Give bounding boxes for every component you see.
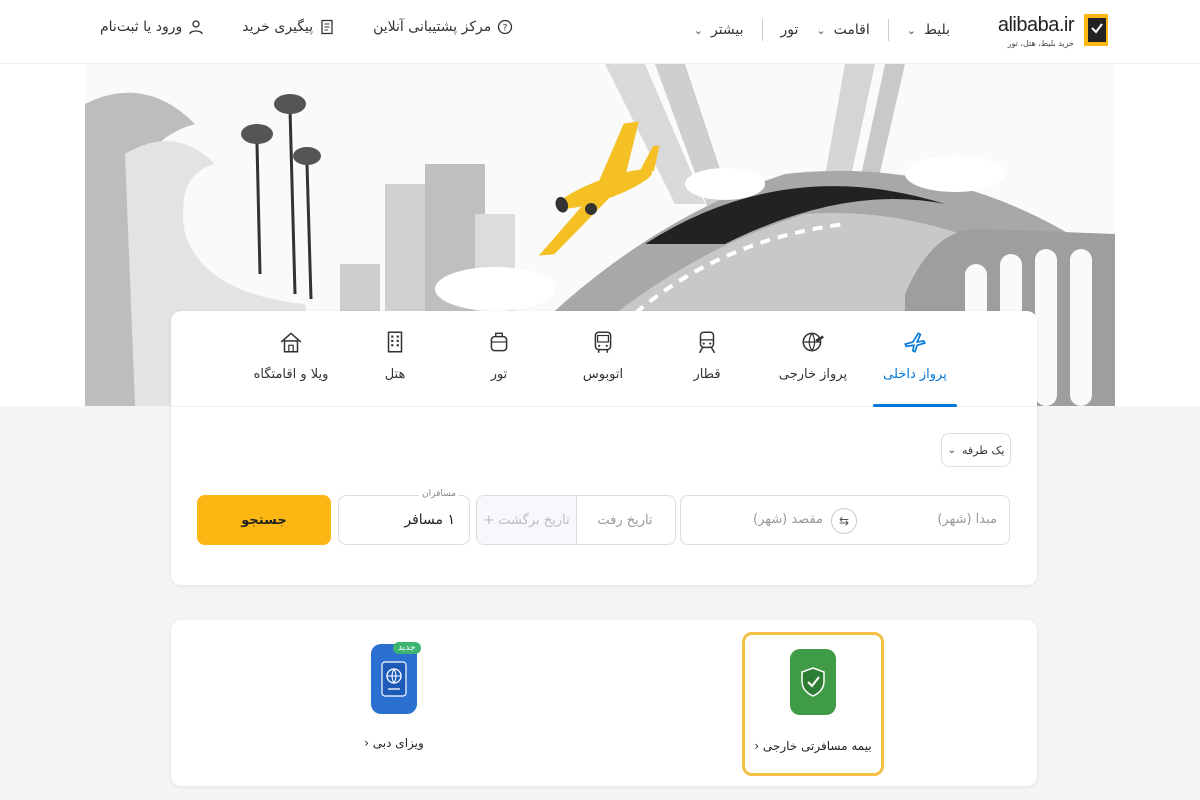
globe-plane-icon <box>802 332 824 352</box>
travel-insurance-card[interactable]: بیمه مسافرتی خارجی ‹ <box>742 632 884 776</box>
passengers-label: مسافران <box>419 489 459 499</box>
search-card: پرواز داخلی پرواز خارجی قطار اتوبوس تور … <box>171 311 1037 585</box>
passengers-value: ۱ مسافر <box>404 512 455 528</box>
house-icon <box>280 332 302 353</box>
main-nav: بلیط ⌄ اقامت ⌄ تور بیشتر ⌄ <box>694 19 950 41</box>
receipt-icon <box>321 19 333 35</box>
tab-train[interactable]: قطار <box>665 329 749 407</box>
logo-mark-icon <box>1084 14 1108 46</box>
tab-label: ویلا و اقامتگاه <box>253 367 329 382</box>
tab-label: قطار <box>693 367 721 382</box>
swap-route-icon[interactable]: ⇆ <box>831 508 857 534</box>
hotel-icon <box>387 331 403 353</box>
destination-input[interactable]: مقصد (شهر) <box>753 512 823 527</box>
trip-type-select[interactable]: یک طرفه ⌄ <box>941 433 1011 467</box>
login-label: ورود یا ثبت‌نام <box>100 19 183 35</box>
dubai-visa-card[interactable]: جدید ویزای دبی ‹ <box>323 632 465 776</box>
tab-label: هتل <box>384 367 406 382</box>
alibaba-logo[interactable]: alibaba.ir خرید بلیط، هتل، تور <box>997 12 1112 54</box>
services-panel: بیمه مسافرتی خارجی ‹ جدید ویزای دبی ‹ <box>171 620 1037 786</box>
tab-tour[interactable]: تور <box>457 329 541 407</box>
nav-ticket-label: بلیط <box>923 22 950 38</box>
depart-date-input[interactable]: تاریخ رفت <box>575 496 675 544</box>
top-header: alibaba.ir خرید بلیط، هتل، تور بلیط ⌄ اق… <box>0 0 1200 64</box>
chevron-down-icon: ⌄ <box>947 444 956 456</box>
visa-tile <box>371 644 417 714</box>
bus-icon <box>594 331 612 353</box>
tab-hotel[interactable]: هتل <box>353 329 437 407</box>
nav-divider <box>761 19 763 41</box>
chevron-down-icon: ⌄ <box>906 23 916 37</box>
user-icon <box>189 20 203 35</box>
nav-divider <box>887 19 889 41</box>
brand-name: alibaba.ir <box>997 14 1075 36</box>
support-label: مرکز پشتیبانی آنلاین <box>373 19 492 35</box>
nav-ticket[interactable]: بلیط ⌄ <box>907 22 950 38</box>
nav-tour-label: تور <box>780 22 799 38</box>
route-field[interactable]: مبدا (شهر) مقصد (شهر) ⇆ <box>680 495 1010 545</box>
plane-icon <box>904 332 926 353</box>
dates-field: تاریخ رفت تاریخ برگشت + <box>476 495 676 545</box>
insurance-label: بیمه مسافرتی خارجی ‹ <box>754 739 872 753</box>
login-button[interactable]: ورود یا ثبت‌نام <box>100 19 204 35</box>
chevron-down-icon: ⌄ <box>816 23 826 37</box>
shield-check-icon <box>801 667 825 697</box>
origin-input[interactable]: مبدا (شهر) <box>937 512 997 527</box>
tab-bus[interactable]: اتوبوس <box>561 329 645 407</box>
nav-stay[interactable]: اقامت ⌄ <box>816 22 869 38</box>
visa-label: ویزای دبی ‹ <box>364 736 424 750</box>
order-tracking-label: پیگیری خرید <box>242 19 314 35</box>
tab-domestic-flight[interactable]: پرواز داخلی <box>873 329 957 407</box>
brand-tagline: خرید بلیط، هتل، تور <box>1007 39 1074 48</box>
return-date-label: تاریخ برگشت <box>498 512 570 528</box>
return-date-input[interactable]: تاریخ برگشت + <box>477 496 577 544</box>
svg-text:?: ? <box>503 24 508 34</box>
plus-icon: + <box>483 512 495 528</box>
help-circle-icon: ? <box>498 19 513 35</box>
tab-international-flight[interactable]: پرواز خارجی <box>771 329 855 407</box>
service-tabs: پرواز داخلی پرواز خارجی قطار اتوبوس تور … <box>171 311 1037 407</box>
nav-stay-label: اقامت <box>833 22 870 38</box>
tab-label: پرواز داخلی <box>883 367 947 382</box>
nav-more-label: بیشتر <box>710 22 744 38</box>
passport-icon <box>381 661 407 697</box>
tab-label: پرواز خارجی <box>778 367 848 382</box>
tab-label: اتوبوس <box>582 367 624 382</box>
tab-villa[interactable]: ویلا و اقامتگاه <box>249 329 333 407</box>
insurance-tile <box>790 649 836 715</box>
passengers-field[interactable]: مسافران ۱ مسافر <box>338 489 470 545</box>
nav-more[interactable]: بیشتر ⌄ <box>694 22 744 38</box>
suitcase-icon <box>490 332 508 352</box>
nav-tour[interactable]: تور <box>781 22 799 38</box>
header-actions: ورود یا ثبت‌نام پیگیری خرید مرکز پشتیبان… <box>100 19 513 35</box>
train-icon <box>698 331 716 354</box>
support-button[interactable]: مرکز پشتیبانی آنلاین ? <box>373 19 513 35</box>
tab-label: تور <box>490 367 508 382</box>
chevron-down-icon: ⌄ <box>693 23 703 37</box>
search-button[interactable]: جستجو <box>197 495 331 545</box>
order-tracking-button[interactable]: پیگیری خرید <box>242 19 335 35</box>
trip-type-value: یک طرفه <box>962 443 1005 457</box>
new-badge: جدید <box>393 642 421 654</box>
